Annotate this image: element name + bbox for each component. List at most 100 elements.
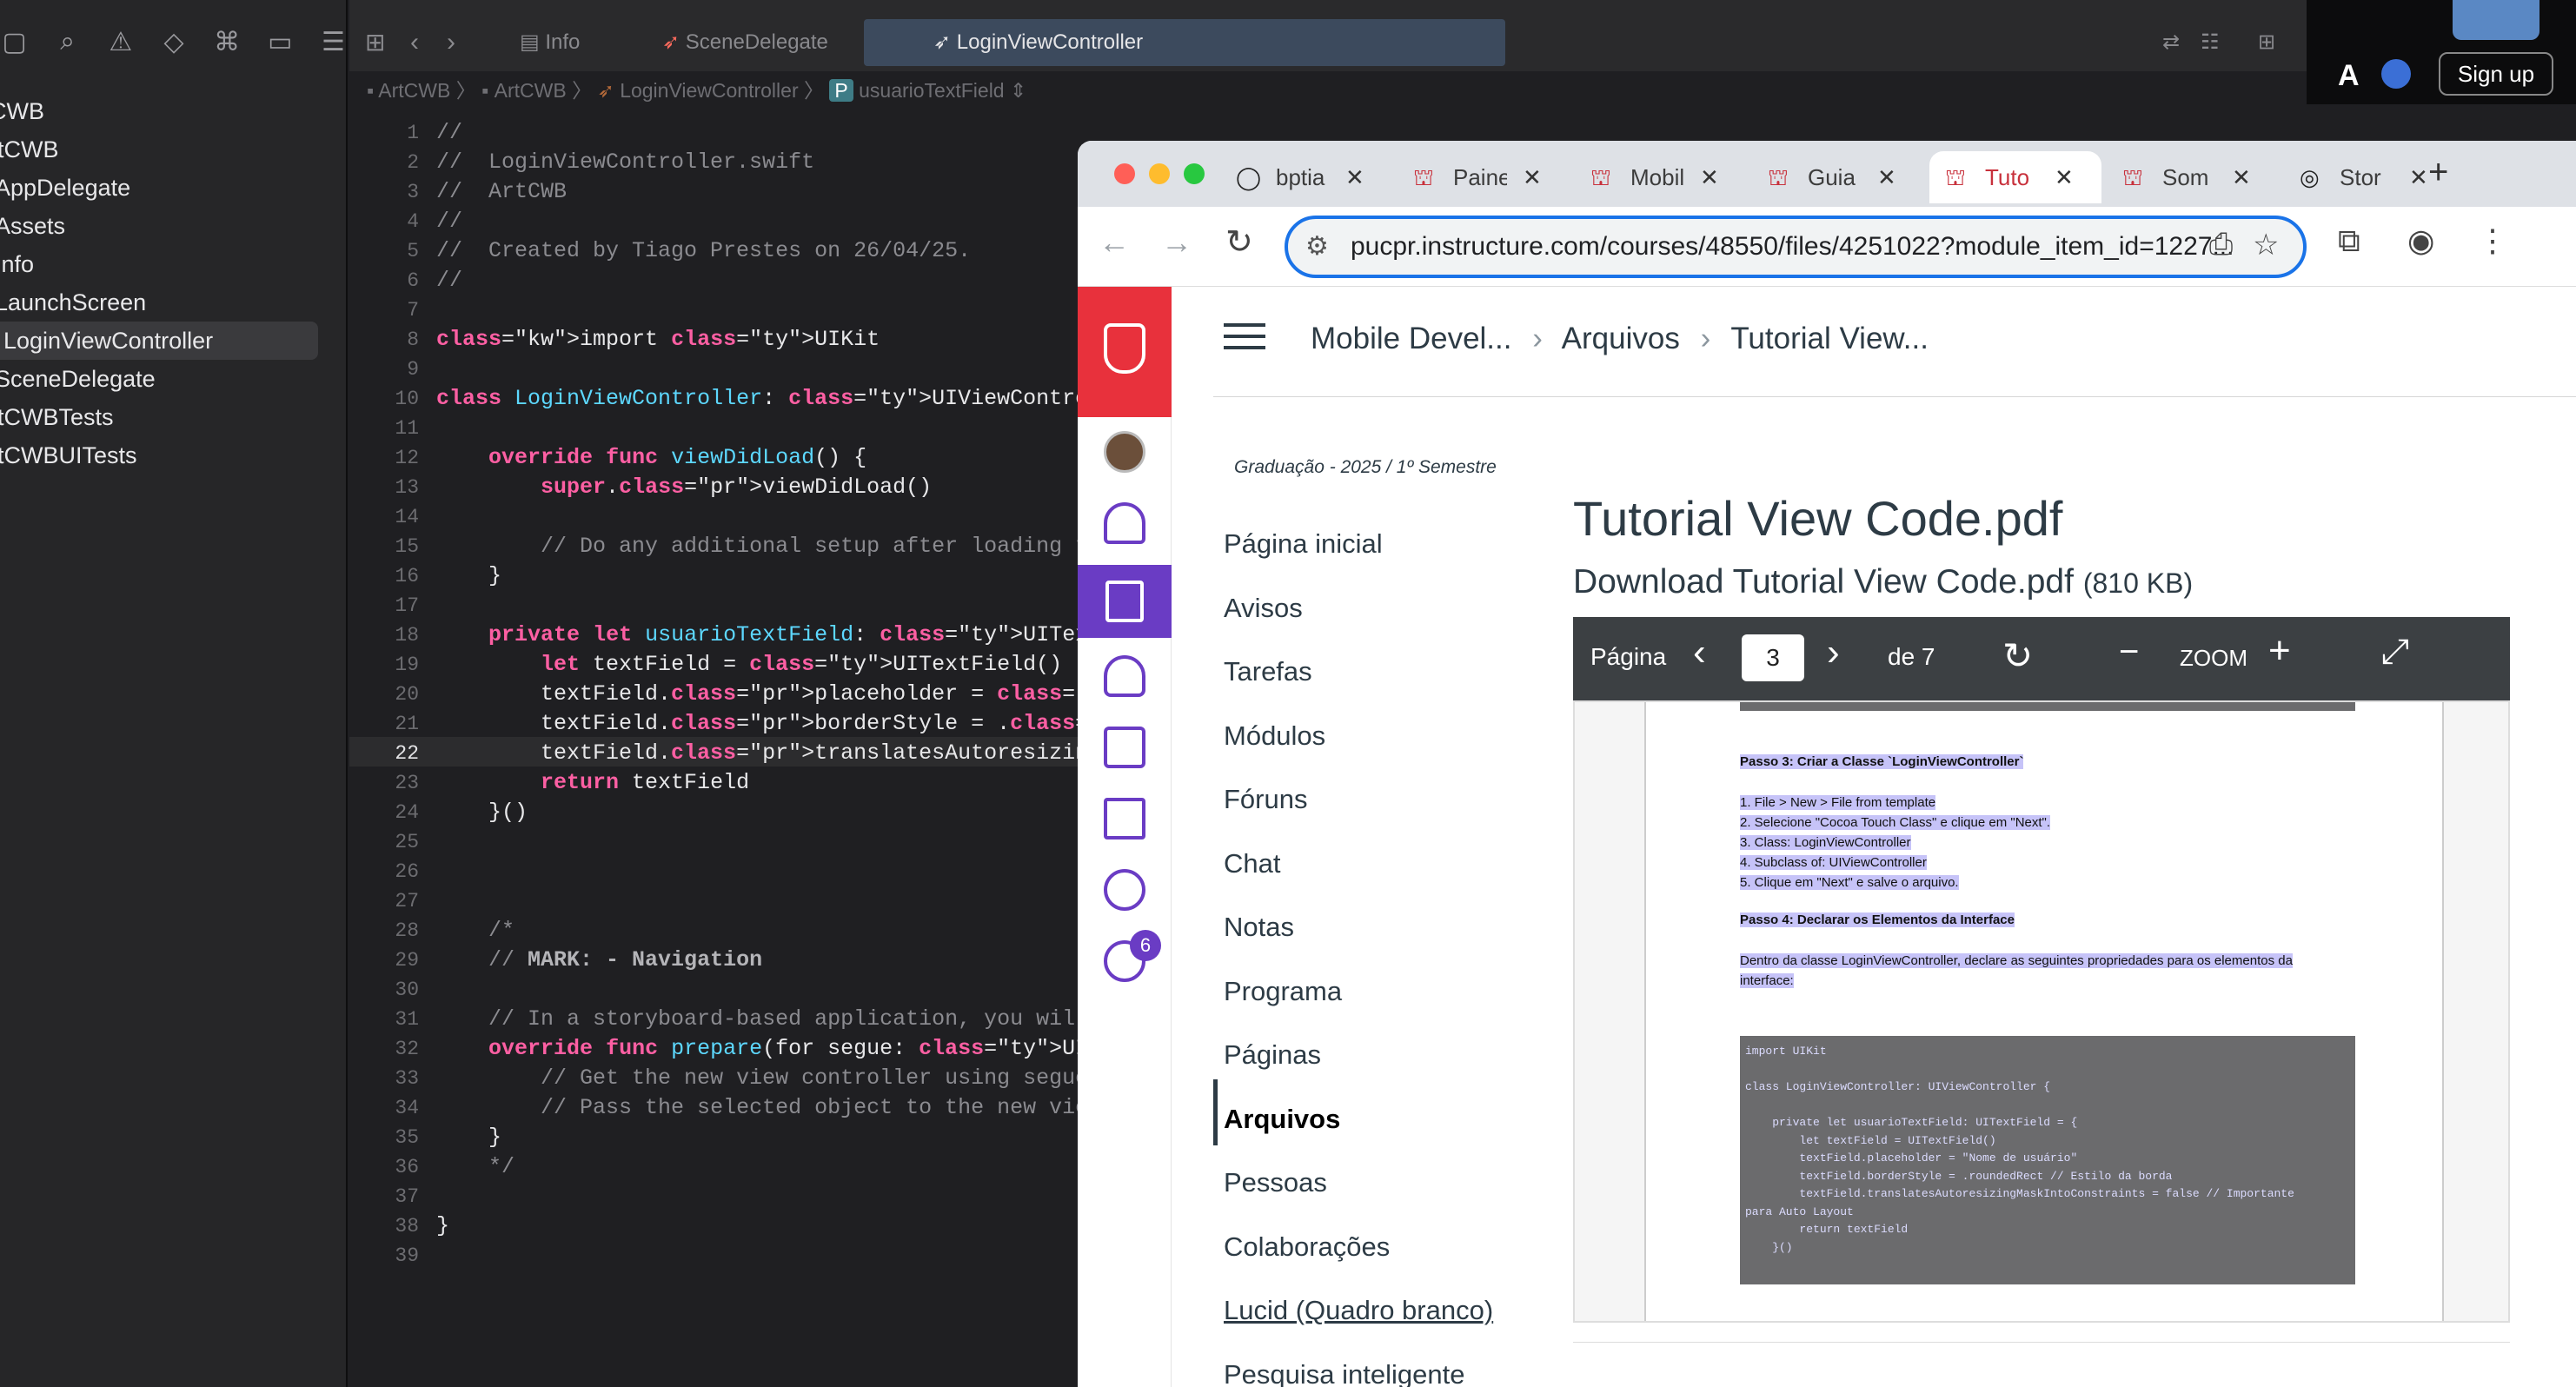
tree-item[interactable]: rtCWBUITests [0,436,137,474]
tree-item[interactable]: LoginViewController [0,322,318,360]
course-nav-item[interactable]: Módulos [1224,720,1325,752]
close-window-button[interactable] [1114,163,1135,184]
course-nav-item[interactable]: Pesquisa inteligente [1224,1359,1464,1387]
groups-icon[interactable] [1104,655,1145,697]
jump-group[interactable]: ArtCWB [495,79,567,102]
warning-icon[interactable]: ⚠ [106,27,135,57]
tree-item[interactable]: rtCWB [0,130,58,169]
profile-icon[interactable]: ◉ [2407,222,2434,259]
line-number: 17 [395,594,419,617]
next-page-icon[interactable]: › [1827,631,1840,674]
tree-item[interactable]: Info [0,245,34,283]
course-nav-item[interactable]: Notas [1224,912,1294,943]
reload-icon[interactable]: ↻ [1225,222,1253,262]
tree-item[interactable]: SceneDelegate [0,360,156,398]
arc-icon[interactable]: A [2338,59,2360,93]
browser-tab[interactable]: ⛫ Som ✕ [2107,151,2279,203]
sign-up-button[interactable]: Sign up [2439,52,2553,96]
breadcrumb-course[interactable]: Mobile Devel... [1311,322,1511,355]
jump-symbol[interactable]: usuarioTextField [859,79,1004,102]
browser-tab[interactable]: ◯ bptia ✕ [1220,151,1392,203]
install-icon[interactable]: ⎙ [2209,228,2233,262]
tree-item[interactable]: CWB [0,92,44,130]
close-tab-icon[interactable]: ✕ [1700,151,1719,203]
breadcrumb-files[interactable]: Arquivos [1562,322,1680,355]
hamburger-menu-icon[interactable] [1224,323,1265,349]
zoom-out-icon[interactable]: − [2119,633,2139,672]
sync-icon[interactable]: ⇄ [2162,19,2180,66]
zoom-window-button[interactable] [1184,163,1205,184]
tab-scenedelegate[interactable]: ➶ SceneDelegate [662,19,828,66]
jump-project[interactable]: ArtCWB [378,79,450,102]
browser-tab[interactable]: ⛫ Tuto ✕ [1929,151,2101,203]
course-nav-item[interactable]: Página inicial [1224,528,1383,560]
back-icon[interactable]: ← [1099,224,1130,261]
line-number: 30 [395,979,419,1001]
split-icon[interactable]: ⊞ [2258,19,2275,66]
course-nav-item[interactable]: Arquivos [1224,1104,1340,1135]
rotate-icon[interactable]: ↻ [2002,634,2033,677]
course-nav-item[interactable]: Tarefas [1224,656,1312,687]
menu-icon[interactable]: ⋮ [2477,222,2508,259]
address-bar[interactable]: ⚙ pucpr.instructure.com/courses/48550/fi… [1285,216,2307,278]
course-nav-item[interactable]: Lucid (Quadro branco) [1224,1295,1493,1326]
folder-icon[interactable]: ▢ [0,27,29,57]
tree-item[interactable]: AppDelegate [0,169,130,207]
tree-item[interactable]: rtCWBTests [0,398,114,436]
tab-loginviewcontroller[interactable]: ➶ LoginViewController [864,19,1505,66]
close-tab-icon[interactable]: ✕ [1877,151,1896,203]
close-tab-icon[interactable]: ✕ [1523,151,1542,203]
extension-icon[interactable] [2381,59,2411,89]
course-nav-item[interactable]: Avisos [1224,593,1303,624]
course-nav-item[interactable]: Colaborações [1224,1231,1390,1263]
tab-info[interactable]: ▤ Info [520,19,580,66]
course-nav-item[interactable]: Programa [1224,976,1342,1007]
forward-icon[interactable]: → [1161,224,1192,261]
download-link[interactable]: Download Tutorial View Code.pdf (810 KB) [1573,563,2193,601]
course-nav-item[interactable]: Pessoas [1224,1167,1327,1198]
close-tab-icon[interactable]: ✕ [2055,151,2074,203]
new-tab-button[interactable]: + [2428,153,2448,192]
url-text[interactable]: pucpr.instructure.com/courses/48550/file… [1351,219,2234,275]
breakpoint-icon[interactable]: ▭ [266,27,295,57]
courses-nav-active[interactable] [1078,565,1172,638]
forward-icon[interactable]: › [447,19,455,66]
extensions-icon[interactable]: ⧉ [2338,222,2360,260]
browser-tab[interactable]: ⛫ Guia ✕ [1752,151,1924,203]
zoom-in-icon[interactable]: + [2268,629,2291,673]
tests-icon[interactable]: ◇ [159,27,188,57]
course-nav-item[interactable]: Fóruns [1224,784,1307,815]
grid-icon[interactable]: ⊞ [365,19,385,66]
close-tab-icon[interactable]: ✕ [2409,151,2428,203]
close-tab-icon[interactable]: ✕ [1345,151,1364,203]
line-number: 7 [407,299,419,322]
history-icon[interactable] [1104,869,1145,911]
download-label[interactable]: Download Tutorial View Code.pdf [1573,563,2074,601]
back-icon[interactable]: ‹ [410,19,419,66]
browser-tab[interactable]: ⛫ Painel ✕ [1398,151,1570,203]
pdf-viewer[interactable]: Passo 3: Criar a Classe `LoginViewContro… [1573,700,2510,1323]
report-icon[interactable]: ☰ [319,27,348,57]
course-nav-item[interactable]: Chat [1224,848,1280,879]
search-icon[interactable]: ⌕ [53,27,82,56]
close-tab-icon[interactable]: ✕ [2232,151,2251,203]
account-avatar[interactable] [1104,431,1145,473]
debug-icon[interactable]: ⌘ [213,27,242,57]
browser-tab[interactable]: ⛫ Mobile ✕ [1575,151,1747,203]
tree-item[interactable]: LaunchScreen [0,283,146,322]
inbox-icon[interactable] [1104,798,1145,840]
dashboard-icon[interactable] [1104,502,1145,544]
course-nav-item[interactable]: Páginas [1224,1039,1321,1071]
site-info-icon[interactable]: ⚙ [1305,231,1329,262]
pucpr-logo[interactable] [1078,287,1172,417]
inspector-icon[interactable]: ☷ [2201,19,2220,66]
jump-file[interactable]: LoginViewController [620,79,798,102]
bookmark-star-icon[interactable]: ☆ [2253,228,2279,262]
fullscreen-icon[interactable]: ⤢ [2381,633,2409,672]
minimize-window-button[interactable] [1149,163,1170,184]
tree-item[interactable]: Assets [0,207,65,245]
prev-page-icon[interactable]: ‹ [1693,631,1706,674]
tab-favicon-icon: ◯ [1236,164,1262,190]
calendar-icon[interactable] [1104,727,1145,768]
page-number-input[interactable]: 3 [1742,634,1804,681]
